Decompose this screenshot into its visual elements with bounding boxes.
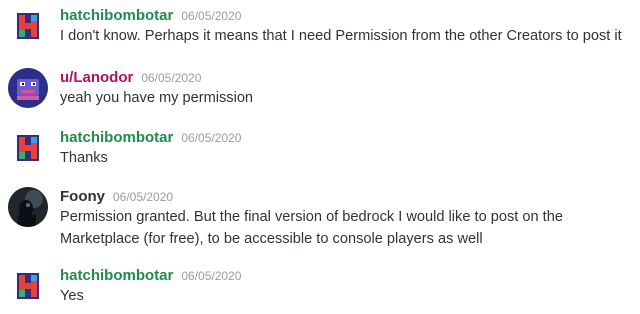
author-name[interactable]: hatchibombotar bbox=[60, 267, 173, 284]
hatchibombotar-h-logo-icon[interactable] bbox=[8, 266, 48, 306]
message-text: Thanks bbox=[60, 150, 108, 166]
message-item: Foony 06/05/2020 Permission granted. But … bbox=[0, 183, 640, 253]
message-text: yeah you have my permission bbox=[60, 90, 254, 106]
message-timestamp: 06/05/2020 bbox=[141, 71, 202, 85]
message-timestamp: 06/05/2020 bbox=[181, 9, 242, 23]
foony-dark-figure-avatar-icon[interactable] bbox=[8, 187, 48, 227]
author-name[interactable]: hatchibombotar bbox=[60, 129, 173, 146]
author-name[interactable]: Foony bbox=[60, 188, 105, 205]
message-item: u/Lanodor 06/05/2020 yeah you have my per… bbox=[0, 64, 640, 118]
message-item: hatchibombotar 06/05/2020 Yes bbox=[0, 262, 640, 314]
message-author[interactable]: Foony 06/05/2020 bbox=[60, 188, 173, 206]
message-author[interactable]: hatchibombotar 06/05/2020 bbox=[60, 129, 241, 147]
hatchibombotar-h-logo-icon[interactable] bbox=[8, 6, 48, 46]
message-text: Yes bbox=[60, 288, 84, 304]
message-text: I don't know. Perhaps it means that I ne… bbox=[60, 28, 622, 44]
message-author[interactable]: hatchibombotar 06/05/2020 bbox=[60, 7, 241, 25]
message-author[interactable]: hatchibombotar 06/05/2020 bbox=[60, 267, 241, 285]
author-name[interactable]: hatchibombotar bbox=[60, 7, 173, 24]
chat-message-list: hatchibombotar 06/05/2020 I don't know. P… bbox=[0, 0, 640, 314]
message-author[interactable]: u/Lanodor 06/05/2020 bbox=[60, 69, 201, 87]
message-timestamp: 06/05/2020 bbox=[113, 190, 174, 204]
message-text-line: Marketplace (for free), to be accessible… bbox=[60, 231, 483, 247]
message-item: hatchibombotar 06/05/2020 Thanks bbox=[0, 124, 640, 178]
message-text-line: Permission granted. But the final versio… bbox=[60, 209, 563, 225]
message-item: hatchibombotar 06/05/2020 I don't know. P… bbox=[0, 0, 640, 60]
author-name[interactable]: u/Lanodor bbox=[60, 69, 133, 86]
lanodor-creature-avatar-icon[interactable] bbox=[8, 68, 48, 108]
message-timestamp: 06/05/2020 bbox=[181, 131, 242, 145]
message-timestamp: 06/05/2020 bbox=[181, 269, 242, 283]
hatchibombotar-h-logo-icon[interactable] bbox=[8, 128, 48, 168]
